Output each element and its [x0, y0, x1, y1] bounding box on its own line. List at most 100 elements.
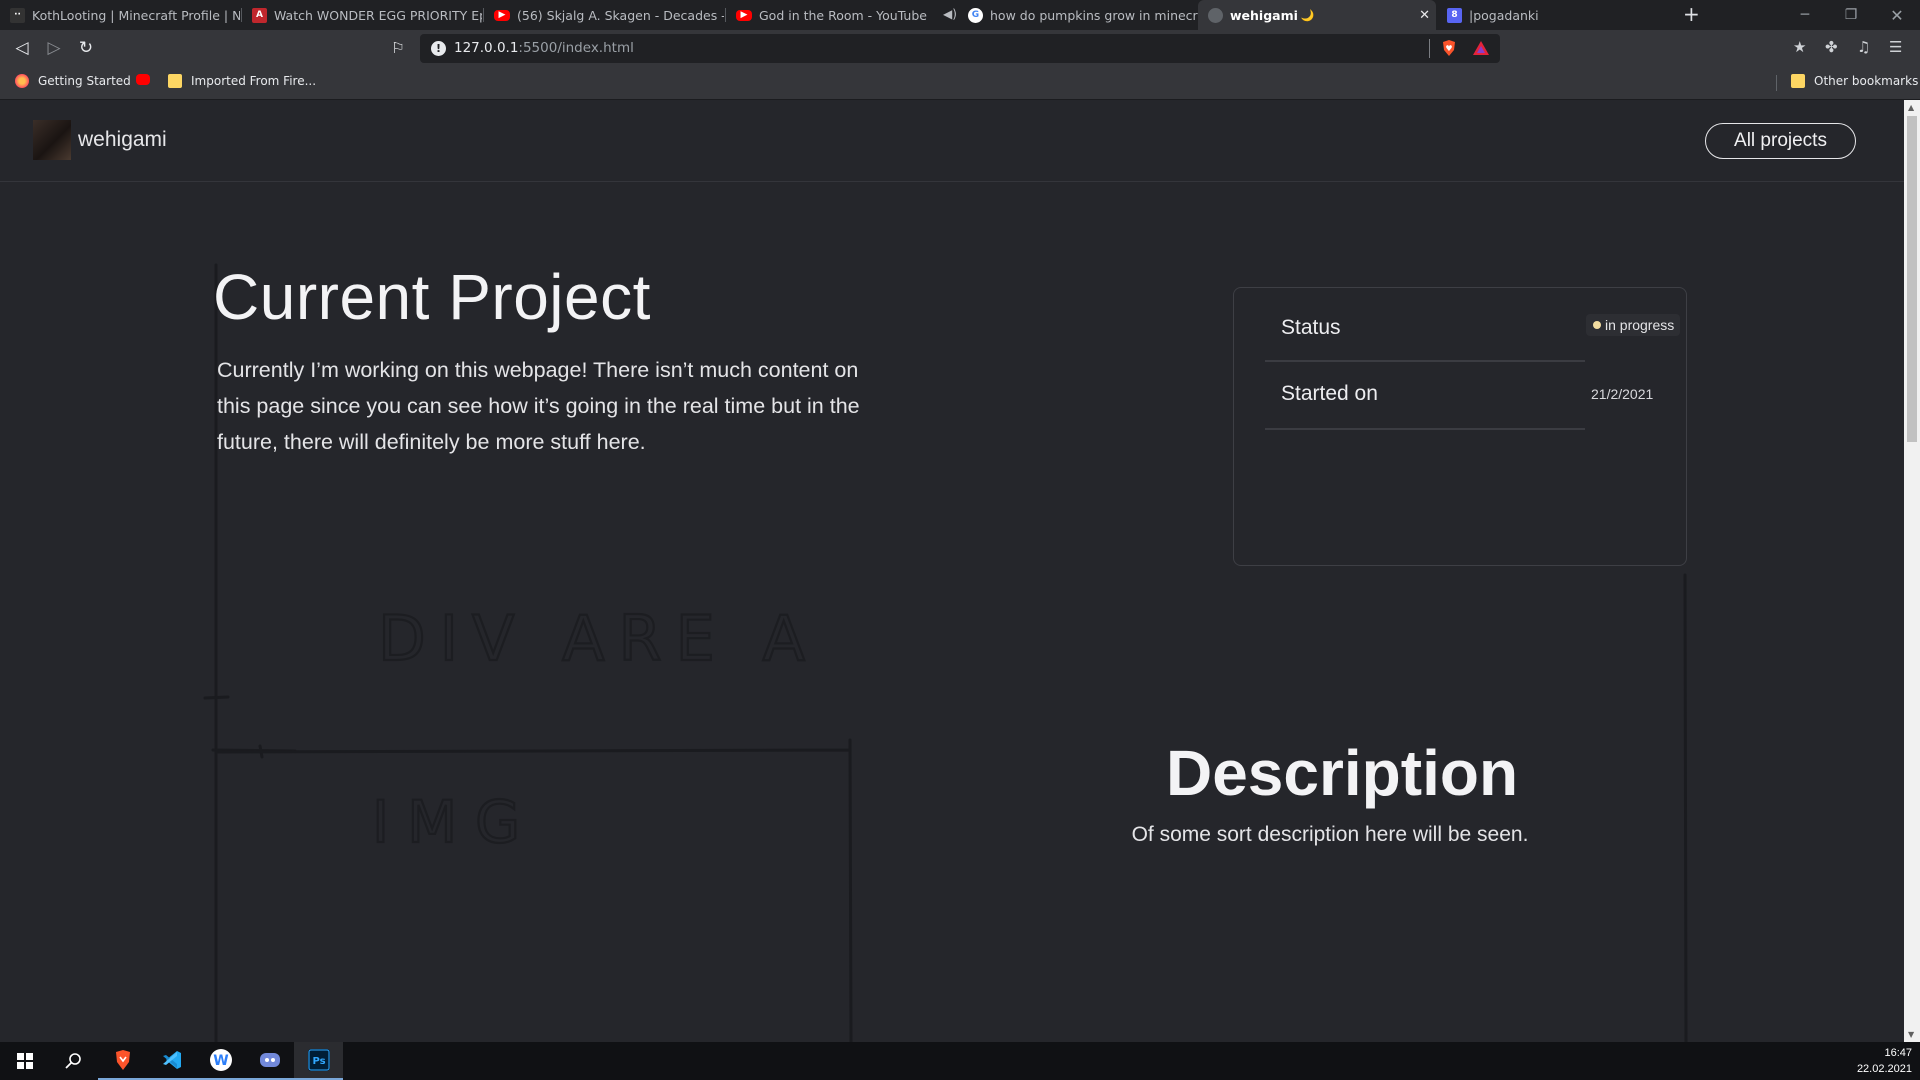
page-scrollbar[interactable]: ▲ ▼ — [1904, 100, 1920, 1042]
window-close-icon[interactable]: ✕ — [1874, 0, 1920, 30]
tab-kothlooting[interactable]: ·· KothLooting | Minecraft Profile | Nam… — [0, 0, 240, 30]
tab-title: KothLooting | Minecraft Profile | Name — [32, 7, 240, 23]
media-controls-icon[interactable]: ♫ — [1857, 38, 1870, 56]
web-page: wehigami All projects DIV ARE A IMG Curr… — [0, 100, 1904, 1042]
svg-text:Ps: Ps — [312, 1056, 325, 1067]
namemc-icon: ·· — [10, 7, 25, 23]
tab-title: God in the Room - YouTube — [759, 7, 927, 23]
menu-icon[interactable]: ☰ — [1889, 38, 1902, 56]
tab-title: wehigami — [1230, 7, 1298, 23]
clock-time: 16:47 — [1884, 1047, 1912, 1059]
brave-rewards-icon[interactable] — [1472, 39, 1490, 57]
sketch-tick — [203, 695, 230, 700]
bookmark-getting-started[interactable]: Getting Started — [15, 74, 131, 88]
other-bookmarks[interactable]: Other bookmarks — [1791, 74, 1918, 88]
scroll-down-icon[interactable]: ▼ — [1908, 1030, 1914, 1039]
tab-wehigami[interactable]: wehigami 🌙 ✕ — [1198, 0, 1436, 30]
svg-text:W: W — [213, 1053, 228, 1069]
tab-title: Watch WONDER EGG PRIORITY Episo — [274, 7, 482, 23]
tab-title: (56) Skjalg A. Skagen - Decades - YouT — [517, 7, 724, 23]
windows-start-icon[interactable] — [0, 1042, 49, 1080]
youtube-icon: ▶ — [494, 9, 510, 21]
firefox-icon — [15, 74, 29, 88]
google-icon: G — [968, 7, 983, 23]
bookmark-divider — [1776, 75, 1777, 91]
bookmark-imported[interactable]: Imported From Fire... — [168, 74, 316, 88]
other-bookmarks-label: Other bookmarks — [1814, 74, 1919, 88]
tab-title: |pogadanki — [1469, 7, 1539, 23]
globe-icon — [1208, 7, 1223, 23]
photoshop-icon[interactable]: Ps — [294, 1042, 343, 1080]
extensions-icon[interactable]: ✤ — [1825, 38, 1838, 56]
restore-icon[interactable]: ❐ — [1828, 0, 1874, 30]
intro-paragraph: Currently I’m working on this webpage! T… — [217, 358, 860, 454]
discord-icon[interactable] — [245, 1042, 294, 1080]
clock-date: 22.02.2021 — [1856, 1063, 1912, 1075]
status-label: Status — [1281, 316, 1341, 339]
moon-emoji: 🌙 — [1300, 8, 1315, 22]
site-header: wehigami All projects — [0, 100, 1904, 182]
url-host: 127.0.0.1 — [454, 40, 519, 56]
discord-notification-icon: 8 — [1447, 7, 1462, 23]
scroll-thumb[interactable] — [1907, 116, 1917, 442]
back-icon[interactable]: ◁ — [11, 37, 33, 59]
search-icon[interactable] — [49, 1042, 98, 1080]
minimize-icon[interactable]: ─ — [1782, 0, 1828, 30]
url-path: :5500/index.html — [518, 40, 634, 56]
bookmark-icon[interactable]: ⚐ — [387, 37, 409, 59]
webcatalog-icon[interactable]: W — [196, 1042, 245, 1080]
tab-title: how do pumpkins grow in minecraft - — [990, 7, 1198, 23]
bookmark-label: Getting Started — [38, 74, 131, 88]
status-dot-icon — [1593, 321, 1601, 329]
browser-toolbar: ◁ ▷ ↻ ⚐ ! 127.0.0.1:5500/index.html ♥ ★ … — [0, 30, 1920, 67]
reload-icon[interactable]: ↻ — [75, 37, 97, 59]
description-text: Of some sort description here will be se… — [1131, 823, 1529, 846]
new-tab-plus-icon[interactable]: + — [1683, 2, 1700, 26]
started-label: Started on — [1281, 382, 1378, 405]
address-bar[interactable]: ! 127.0.0.1:5500/index.html ♥ — [420, 34, 1500, 63]
youtube-icon — [136, 74, 150, 85]
svg-text:♥: ♥ — [1445, 44, 1452, 53]
tab-pumpkins[interactable]: G how do pumpkins grow in minecraft - — [958, 0, 1198, 30]
page-title: Current Project — [213, 261, 651, 333]
omnibox-divider — [1429, 39, 1430, 58]
site-info-icon[interactable]: ! — [431, 41, 446, 56]
card-divider — [1265, 360, 1585, 362]
tab-god-in-the-room[interactable]: ▶ God in the Room - YouTube — [726, 0, 946, 30]
scroll-up-icon[interactable]: ▲ — [1908, 103, 1914, 112]
card-divider — [1265, 428, 1585, 430]
anime-site-icon: A — [252, 7, 267, 23]
brave-icon[interactable] — [98, 1042, 147, 1080]
youtube-icon: ▶ — [736, 9, 752, 21]
browser-tab-strip: ·· KothLooting | Minecraft Profile | Nam… — [0, 0, 1920, 30]
sketch-text-img: IMG — [372, 788, 538, 856]
wireframe-sketch: DIV ARE A IMG — [203, 263, 1688, 1042]
windows-taskbar: W Ps 16:47 22.02.2021 — [0, 1042, 1920, 1080]
status-card: Status in progress Started on 21/2/2021 — [1233, 287, 1687, 566]
bookmark-youtube[interactable] — [136, 74, 159, 85]
sketch-text-div-are-a: DIV ARE A — [378, 602, 819, 675]
star-icon[interactable]: ★ — [1793, 38, 1806, 56]
brave-shields-icon[interactable]: ♥ — [1440, 39, 1458, 57]
url-text[interactable]: 127.0.0.1:5500/index.html — [454, 40, 634, 56]
all-projects-button[interactable]: All projects — [1705, 123, 1856, 159]
avatar[interactable] — [33, 120, 71, 160]
speaker-icon[interactable]: ◀) — [943, 7, 957, 21]
tab-pogadanki[interactable]: 8 |pogadanki — [1437, 0, 1677, 30]
system-clock[interactable]: 16:47 22.02.2021 — [1857, 1045, 1912, 1077]
tab-skjalg[interactable]: ▶ (56) Skjalg A. Skagen - Decades - YouT — [484, 0, 724, 30]
site-brand[interactable]: wehigami — [78, 128, 167, 152]
tab-wonder-egg[interactable]: A Watch WONDER EGG PRIORITY Episo — [242, 0, 482, 30]
sketch-right-line — [1683, 573, 1688, 1042]
forward-icon[interactable]: ▷ — [43, 37, 65, 59]
bookmark-label: Imported From Fire... — [191, 74, 317, 88]
status-value: in progress — [1605, 317, 1675, 333]
description-title: Description — [1165, 737, 1519, 809]
sketch-img-box — [214, 738, 853, 1042]
close-tab-icon[interactable]: ✕ — [1419, 8, 1430, 23]
sketch-top-tick — [211, 744, 297, 759]
vscode-icon[interactable] — [147, 1042, 196, 1080]
started-value: 21/2/2021 — [1591, 386, 1654, 402]
folder-icon — [1791, 74, 1805, 88]
folder-icon — [168, 74, 182, 88]
